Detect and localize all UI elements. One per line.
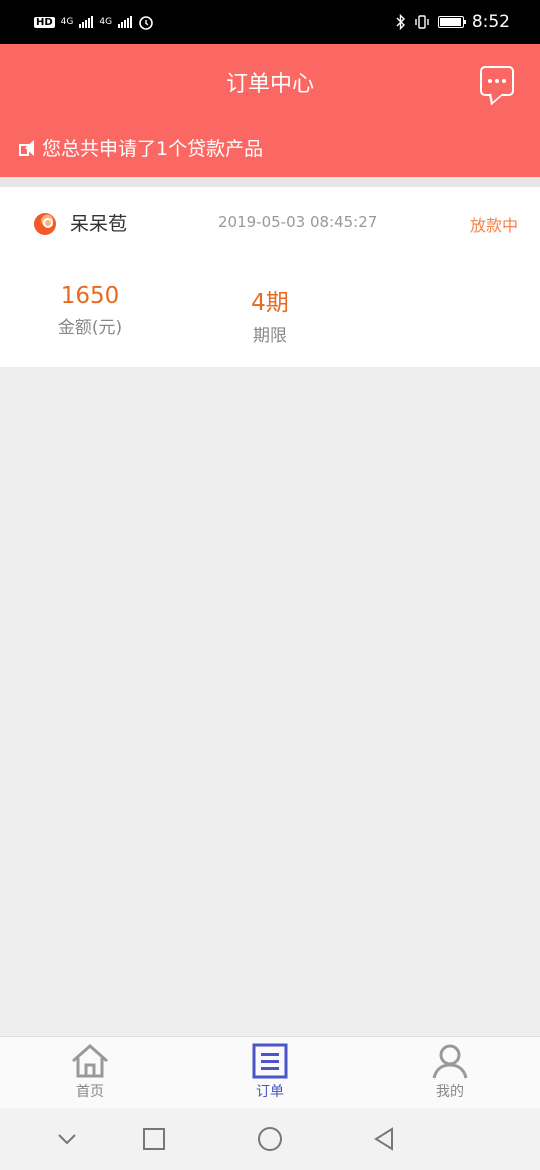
notice-text: 您总共申请了1个贷款产品 — [42, 138, 264, 160]
network-type-1: 4G — [60, 17, 74, 27]
bluetooth-icon — [396, 14, 405, 30]
term-stat: 4期 期限 — [200, 283, 340, 346]
amount-value: 1650 — [60, 283, 120, 309]
message-button[interactable] — [480, 66, 514, 96]
system-nav-bar — [0, 1108, 540, 1170]
divider — [0, 177, 540, 187]
hd-badge: HD — [34, 16, 55, 28]
message-dot — [488, 79, 492, 83]
page-title: 订单中心 — [225, 72, 314, 97]
person-icon — [432, 1044, 468, 1079]
tab-mine[interactable]: 我的 — [400, 1043, 500, 1101]
signal-icon-2 — [118, 16, 133, 28]
home-icon — [72, 1043, 108, 1078]
tab-order-label: 订单 — [256, 1084, 284, 1100]
battery-icon — [437, 16, 466, 28]
tab-bar: 首页 订单 我的 — [0, 1036, 540, 1108]
order-card[interactable]: 呆呆苞 2019-05-03 08:45:27 放款中 1650 金额(元) 4… — [0, 187, 540, 367]
product-name: 呆呆苞 — [70, 213, 128, 235]
amount-stat: 1650 金额(元) — [20, 283, 160, 338]
term-value: 4期 — [251, 290, 289, 316]
back-triangle-icon[interactable] — [371, 1126, 397, 1152]
message-dot — [495, 79, 499, 83]
amount-label: 金额(元) — [57, 318, 123, 338]
clock: 8:52 — [471, 12, 510, 32]
signal-icon — [79, 16, 94, 28]
vibrate-icon — [415, 15, 429, 29]
tab-home-label: 首页 — [76, 1084, 104, 1100]
square-icon[interactable] — [141, 1126, 167, 1152]
message-dot — [502, 79, 506, 83]
term-label: 期限 — [253, 326, 287, 346]
alarm-icon — [139, 16, 153, 30]
status-right: 8:52 — [396, 12, 510, 32]
header: 订单中心 您总共申请了1个贷款产品 — [0, 44, 540, 177]
status-left: HD 4G 4G — [34, 14, 154, 30]
notice-bar: 您总共申请了1个贷款产品 — [18, 134, 263, 161]
tab-order[interactable]: 订单 — [220, 1043, 320, 1101]
product-logo-icon — [34, 213, 56, 235]
order-status: 放款中 — [469, 216, 518, 235]
order-time: 2019-05-03 08:45:27 — [218, 213, 378, 231]
order-list-icon — [252, 1043, 288, 1079]
speaker-icon — [18, 139, 36, 156]
chevron-down-icon[interactable] — [54, 1126, 80, 1152]
network-type-2: 4G — [99, 17, 113, 27]
status-bar: HD 4G 4G 8:52 — [0, 0, 540, 44]
tab-mine-label: 我的 — [436, 1084, 464, 1100]
tab-home[interactable]: 首页 — [40, 1043, 140, 1101]
circle-home-icon[interactable] — [257, 1126, 283, 1152]
